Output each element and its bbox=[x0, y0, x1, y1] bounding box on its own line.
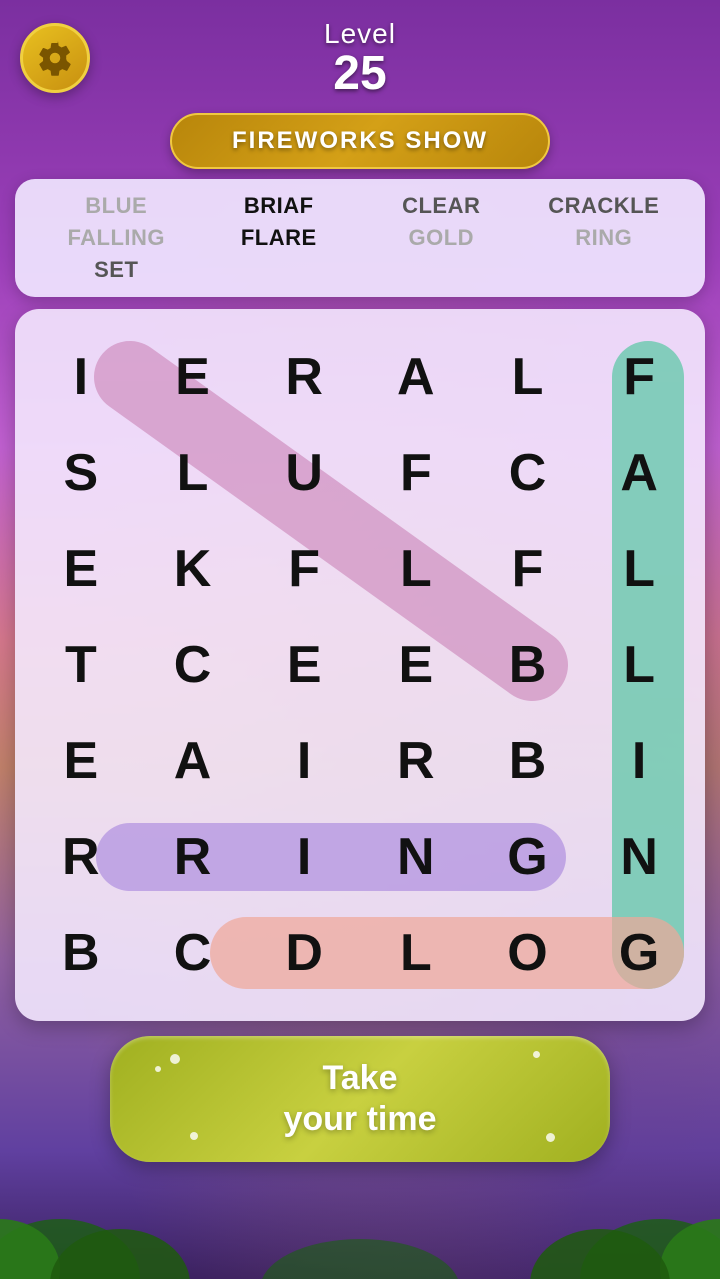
cell-1-5: A bbox=[583, 425, 695, 521]
cell-6-0: B bbox=[25, 905, 137, 1001]
word-clear: CLEAR bbox=[360, 193, 523, 219]
cell-6-4: O bbox=[472, 905, 584, 1001]
letters-grid: I E R A L F S L U F C A E K F L F L T C … bbox=[25, 329, 695, 1001]
cell-2-1: K bbox=[137, 521, 249, 617]
bottom-foliage bbox=[0, 1159, 720, 1279]
level-display: Level 25 bbox=[324, 18, 396, 98]
cell-2-4: F bbox=[472, 521, 584, 617]
cell-6-5: G bbox=[583, 905, 695, 1001]
game-grid-container[interactable]: I E R A L F S L U F C A E K F L F L T C … bbox=[15, 309, 705, 1021]
cell-3-4: B bbox=[472, 617, 584, 713]
cell-0-0: I bbox=[25, 329, 137, 425]
sparkle-3 bbox=[190, 1132, 198, 1140]
word-blue: BLUE bbox=[35, 193, 198, 219]
word-flare: FLARE bbox=[198, 225, 361, 251]
cell-5-2: I bbox=[248, 809, 360, 905]
cell-4-5: I bbox=[583, 713, 695, 809]
cell-5-4: G bbox=[472, 809, 584, 905]
cell-1-3: F bbox=[360, 425, 472, 521]
gear-icon bbox=[37, 40, 73, 76]
cell-3-0: T bbox=[25, 617, 137, 713]
words-grid: BLUE BRIAF CLEAR CRACKLE FALLING FLARE G… bbox=[35, 193, 685, 283]
cell-1-1: L bbox=[137, 425, 249, 521]
cell-6-1: C bbox=[137, 905, 249, 1001]
sparkle-2 bbox=[155, 1066, 161, 1072]
category-banner: FIREWORKS SHOW bbox=[170, 113, 550, 169]
cell-5-0: R bbox=[25, 809, 137, 905]
cell-2-0: E bbox=[25, 521, 137, 617]
level-label: Level bbox=[324, 18, 396, 50]
word-ring: RING bbox=[523, 225, 686, 251]
cell-4-0: E bbox=[25, 713, 137, 809]
cell-3-5: L bbox=[583, 617, 695, 713]
cell-3-3: E bbox=[360, 617, 472, 713]
word-gold: GOLD bbox=[360, 225, 523, 251]
hint-text: Take your time bbox=[140, 1058, 580, 1140]
hint-button[interactable]: Take your time bbox=[110, 1036, 610, 1162]
cell-1-4: C bbox=[472, 425, 584, 521]
cell-3-1: C bbox=[137, 617, 249, 713]
cell-3-2: E bbox=[248, 617, 360, 713]
settings-button[interactable] bbox=[20, 23, 90, 93]
cell-2-5: L bbox=[583, 521, 695, 617]
cell-5-1: R bbox=[137, 809, 249, 905]
top-bar: Level 25 bbox=[0, 0, 720, 108]
cell-0-2: R bbox=[248, 329, 360, 425]
level-number: 25 bbox=[324, 50, 396, 98]
sparkle-4 bbox=[533, 1051, 540, 1058]
cell-6-3: L bbox=[360, 905, 472, 1001]
word-briaf: BRIAF bbox=[198, 193, 361, 219]
cell-2-2: F bbox=[248, 521, 360, 617]
cell-5-5: N bbox=[583, 809, 695, 905]
cell-4-2: I bbox=[248, 713, 360, 809]
sparkle-5 bbox=[546, 1133, 555, 1142]
cell-5-3: N bbox=[360, 809, 472, 905]
category-name: FIREWORKS SHOW bbox=[232, 127, 488, 154]
cell-4-4: B bbox=[472, 713, 584, 809]
cell-4-1: A bbox=[137, 713, 249, 809]
word-crackle: CRACKLE bbox=[523, 193, 686, 219]
cell-1-0: S bbox=[25, 425, 137, 521]
word-falling: FALLING bbox=[35, 225, 198, 251]
cell-0-5: F bbox=[583, 329, 695, 425]
cell-4-3: R bbox=[360, 713, 472, 809]
cell-1-2: U bbox=[248, 425, 360, 521]
word-set: SET bbox=[35, 257, 198, 283]
sparkle-1 bbox=[170, 1054, 180, 1064]
words-panel: BLUE BRIAF CLEAR CRACKLE FALLING FLARE G… bbox=[15, 179, 705, 297]
cell-6-2: D bbox=[248, 905, 360, 1001]
cell-0-4: L bbox=[472, 329, 584, 425]
cell-2-3: L bbox=[360, 521, 472, 617]
cell-0-1: E bbox=[137, 329, 249, 425]
cell-0-3: A bbox=[360, 329, 472, 425]
